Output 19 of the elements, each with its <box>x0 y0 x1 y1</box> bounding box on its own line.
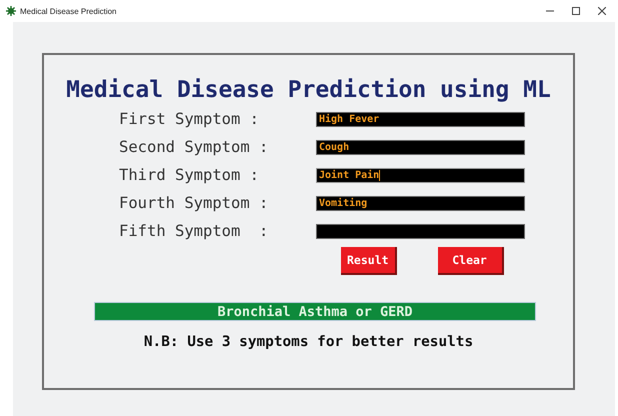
note-text: N.B: Use 3 symptoms for better results <box>142 334 474 350</box>
app-heading: Medical Disease Prediction using ML <box>65 76 552 105</box>
input-field[interactable]: High Fever <box>316 112 525 126</box>
field-label: Fifth Symptom : <box>119 223 270 239</box>
minimize-icon[interactable] <box>546 10 554 12</box>
field-label: Second Symptom : <box>119 139 270 155</box>
field-label: Third Symptom : <box>119 167 260 183</box>
result-bar: Bronchial Asthma or GERD <box>94 302 536 321</box>
app-icon <box>6 6 16 16</box>
close-icon[interactable] <box>598 7 606 15</box>
window-title: Medical Disease Prediction <box>20 6 118 16</box>
field-label: First Symptom : <box>119 111 260 127</box>
input-field[interactable]: Joint Pain <box>316 168 525 182</box>
field-label: Fourth Symptom : <box>119 195 270 211</box>
result-button[interactable]: Result <box>341 247 397 275</box>
input-field[interactable]: Cough <box>316 140 525 154</box>
clear-button[interactable]: Clear <box>438 247 504 275</box>
input-field[interactable]: Vomiting <box>316 196 525 210</box>
maximize-icon[interactable] <box>572 7 580 15</box>
